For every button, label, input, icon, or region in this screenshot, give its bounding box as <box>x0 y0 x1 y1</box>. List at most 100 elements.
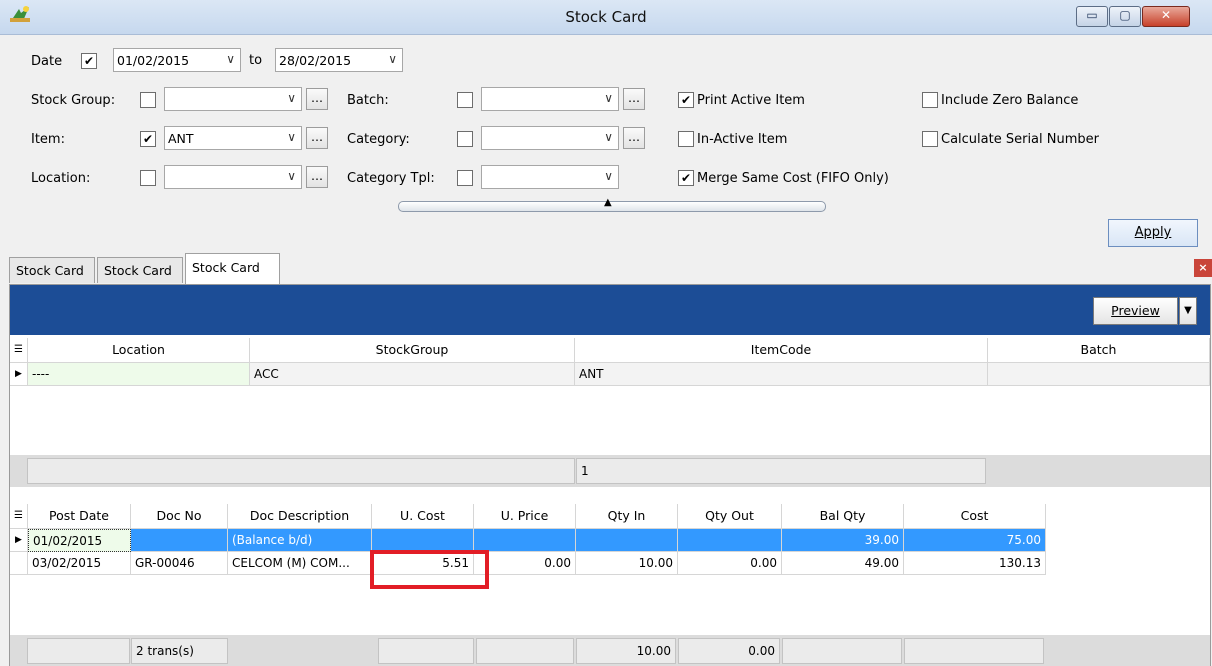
grid2-r1-ucost[interactable] <box>372 529 474 552</box>
grid2-header-docno[interactable]: Doc No <box>131 504 228 529</box>
category-browse-button[interactable]: … <box>623 127 645 149</box>
grid1-cell-itemcode[interactable]: ANT <box>575 363 988 386</box>
date-to-value: 28/02/2015 <box>279 53 352 68</box>
print-active-checkbox[interactable]: ✔ <box>678 92 694 108</box>
grid2-header-qtyin[interactable]: Qty In <box>576 504 678 529</box>
chevron-down-icon: ∨ <box>604 130 613 144</box>
row-indicator-icon: ▶ <box>10 529 28 552</box>
grid2-r1-cost[interactable]: 75.00 <box>904 529 1046 552</box>
grid2-header-qtyout[interactable]: Qty Out <box>678 504 782 529</box>
serial-number-label: Calculate Serial Number <box>941 132 1099 147</box>
grid2-r1-docdesc[interactable]: (Balance b/d) <box>228 529 372 552</box>
date-from-value: 01/02/2015 <box>117 53 190 68</box>
grid2-menu-icon[interactable]: ☰ <box>10 504 28 529</box>
stock-group-checkbox[interactable] <box>140 92 156 108</box>
grid2-r2-balqty[interactable]: 49.00 <box>782 552 904 575</box>
grid2-r2-qtyin[interactable]: 10.00 <box>576 552 678 575</box>
grid2-r1-postdate[interactable]: 01/02/2015 <box>28 529 131 552</box>
grid2-footer-ucost <box>378 638 474 664</box>
close-tab-icon[interactable]: × <box>1194 259 1212 277</box>
batch-combo[interactable]: ∨ <box>481 87 619 111</box>
location-checkbox[interactable] <box>140 170 156 186</box>
close-button[interactable]: ✕ <box>1142 6 1190 27</box>
grid2-footer-cost <box>904 638 1044 664</box>
maximize-button[interactable]: ▢ <box>1109 6 1141 27</box>
tab-stock-card-1[interactable]: Stock Card <box>9 257 95 283</box>
item-browse-button[interactable]: … <box>306 127 328 149</box>
zero-balance-checkbox[interactable] <box>922 92 938 108</box>
date-label: Date <box>31 54 63 69</box>
date-checkbox[interactable]: ✔ <box>81 53 97 69</box>
grid2-r2-uprice[interactable]: 0.00 <box>474 552 576 575</box>
grid2-header-cost[interactable]: Cost <box>904 504 1046 529</box>
grid1-header-stockgroup[interactable]: StockGroup <box>250 338 575 363</box>
grid2-r1-balqty[interactable]: 39.00 <box>782 529 904 552</box>
tab-stock-card-2[interactable]: Stock Card <box>97 257 183 283</box>
date-from-picker[interactable]: 01/02/2015 ∨ <box>113 48 241 72</box>
category-tpl-checkbox[interactable] <box>457 170 473 186</box>
title-bar: Stock Card ▭ ▢ ✕ <box>0 0 1212 35</box>
window-title: Stock Card <box>565 8 647 26</box>
grid2-footer-qtyin: 10.00 <box>576 638 676 664</box>
grid1-header-location[interactable]: Location <box>28 338 250 363</box>
grid1-menu-icon[interactable]: ☰ <box>10 338 28 363</box>
grid2-r1-qtyin[interactable] <box>576 529 678 552</box>
date-to-picker[interactable]: 28/02/2015 ∨ <box>275 48 403 72</box>
grid1-footer-cell <box>27 458 575 484</box>
report-toolbar: Preview ▼ <box>10 285 1210 335</box>
preview-button[interactable]: Preview <box>1093 297 1178 325</box>
stock-group-browse-button[interactable]: … <box>306 88 328 110</box>
stock-group-combo[interactable]: ∨ <box>164 87 302 111</box>
tab-stock-card-3[interactable]: Stock Card <box>185 253 280 284</box>
collapse-up-icon: ▲ <box>604 197 612 208</box>
batch-browse-button[interactable]: … <box>623 88 645 110</box>
row-indicator-icon: ▶ <box>10 363 28 386</box>
location-combo[interactable]: ∨ <box>164 165 302 189</box>
grid2-header-docdesc[interactable]: Doc Description <box>228 504 372 529</box>
item-combo[interactable]: ANT ∨ <box>164 126 302 150</box>
collapse-splitter[interactable]: ▲ <box>398 197 826 212</box>
grid1-header-itemcode[interactable]: ItemCode <box>575 338 988 363</box>
highlight-box <box>370 550 489 589</box>
grid2-r1-docno[interactable] <box>131 529 228 552</box>
serial-number-checkbox[interactable] <box>922 131 938 147</box>
grid2-header-postdate[interactable]: Post Date <box>28 504 131 529</box>
category-checkbox[interactable] <box>457 131 473 147</box>
row-indicator-cell <box>10 552 28 575</box>
apply-button[interactable]: Apply <box>1108 219 1198 247</box>
chevron-down-icon: ∨ <box>388 52 397 66</box>
grid2-header-balqty[interactable]: Bal Qty <box>782 504 904 529</box>
grid2-r1-qtyout[interactable] <box>678 529 782 552</box>
chevron-down-icon: ∨ <box>604 169 613 183</box>
grid1-cell-location[interactable]: ---- <box>28 363 250 386</box>
category-combo[interactable]: ∨ <box>481 126 619 150</box>
grid2-r2-docdesc[interactable]: CELCOM (M) COM... <box>228 552 372 575</box>
chevron-down-icon: ∨ <box>287 130 296 144</box>
grid1-cell-stockgroup[interactable]: ACC <box>250 363 575 386</box>
batch-label: Batch: <box>347 93 389 108</box>
grid2-header-uprice[interactable]: U. Price <box>474 504 576 529</box>
inactive-checkbox[interactable] <box>678 131 694 147</box>
grid2-r1-uprice[interactable] <box>474 529 576 552</box>
grid2-header-ucost[interactable]: U. Cost <box>372 504 474 529</box>
grid2-r2-qtyout[interactable]: 0.00 <box>678 552 782 575</box>
grid2-footer-trans: 2 trans(s) <box>131 638 228 664</box>
grid2-r2-docno[interactable]: GR-00046 <box>131 552 228 575</box>
grid2-footer-cell <box>27 638 130 664</box>
grid2-r2-postdate[interactable]: 03/02/2015 <box>28 552 131 575</box>
inactive-label: In-Active Item <box>697 132 788 147</box>
category-tpl-combo[interactable]: ∨ <box>481 165 619 189</box>
merge-cost-label: Merge Same Cost (FIFO Only) <box>697 171 889 186</box>
chevron-down-icon: ∨ <box>604 91 613 105</box>
minimize-button[interactable]: ▭ <box>1076 6 1108 27</box>
grid2-r2-cost[interactable]: 130.13 <box>904 552 1046 575</box>
merge-cost-checkbox[interactable]: ✔ <box>678 170 694 186</box>
item-checkbox[interactable]: ✔ <box>140 131 156 147</box>
report-panel: Preview ▼ ☰ Location StockGroup ItemCode… <box>9 284 1211 666</box>
chevron-down-icon: ∨ <box>287 91 296 105</box>
preview-dropdown-icon[interactable]: ▼ <box>1179 297 1197 325</box>
grid1-cell-batch[interactable] <box>988 363 1210 386</box>
grid1-header-batch[interactable]: Batch <box>988 338 1210 363</box>
batch-checkbox[interactable] <box>457 92 473 108</box>
location-browse-button[interactable]: … <box>306 166 328 188</box>
